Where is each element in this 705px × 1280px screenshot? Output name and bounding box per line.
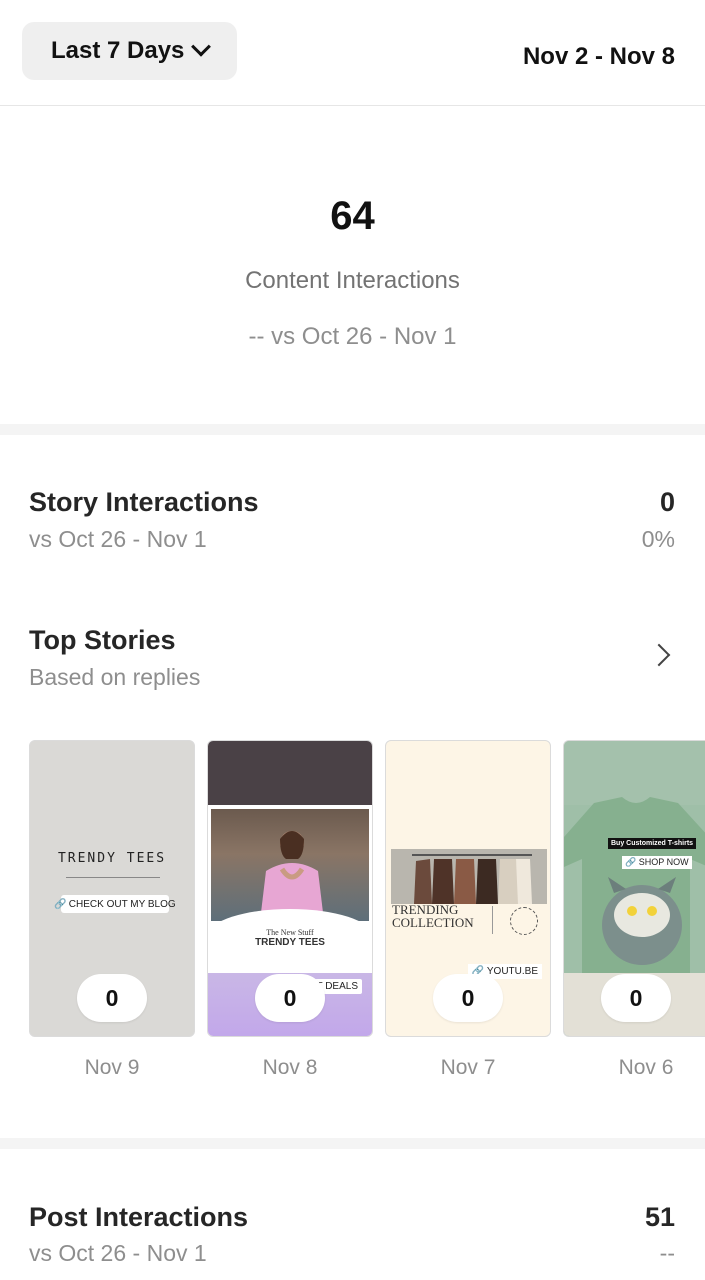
- post-interactions-subtitle: vs Oct 26 - Nov 1: [29, 1240, 207, 1266]
- link-icon: 🔗: [54, 898, 67, 910]
- tshirt-image: [564, 797, 705, 973]
- content-interactions-label: Content Interactions: [245, 267, 460, 294]
- story-card[interactable]: Buy Customized T-shirts 🔗 SHOP NOW 0: [563, 740, 705, 1037]
- story-card[interactable]: TRENDY TEES 🔗 CHECK OUT MY BLOG 0: [29, 740, 195, 1037]
- chevron-right-icon[interactable]: [647, 643, 671, 667]
- story-card[interactable]: The New Stuff TRENDY TEES AT DEALS 0: [207, 740, 373, 1037]
- content-interactions-compare: -- vs Oct 26 - Nov 1: [248, 323, 457, 350]
- story-text: TRENDY TEES: [57, 851, 167, 866]
- story-text: TRENDING COLLECTION: [392, 902, 474, 930]
- date-range-dropdown-label: Last 7 Days: [51, 37, 185, 64]
- story-card[interactable]: TRENDING COLLECTION 🔗 YOUTU.BE 0: [385, 740, 551, 1037]
- story-interactions-title[interactable]: Story Interactions: [29, 487, 259, 518]
- story-date: Nov 7: [440, 1056, 496, 1079]
- header: Last 7 Days Nov 2 - Nov 8: [0, 0, 705, 106]
- link-icon: 🔗: [625, 857, 637, 867]
- post-interactions-value: 51: [644, 1202, 675, 1232]
- story-date: Nov 6: [618, 1056, 674, 1079]
- story-divider: [492, 906, 493, 934]
- section-divider: [0, 424, 705, 435]
- post-interactions-title[interactable]: Post Interactions: [29, 1202, 248, 1233]
- story-interactions-value: 0: [659, 487, 675, 517]
- date-range-text: Nov 2 - Nov 8: [522, 43, 675, 70]
- top-stories-subtitle: Based on replies: [29, 664, 201, 690]
- story-divider: [66, 877, 160, 878]
- section-divider: [0, 1138, 705, 1149]
- top-stories-title[interactable]: Top Stories: [29, 625, 176, 656]
- story-interactions-change: 0%: [641, 526, 675, 552]
- story-circle-badge: [510, 907, 538, 935]
- story-date: Nov 8: [262, 1056, 318, 1079]
- post-interactions-change: --: [659, 1240, 675, 1266]
- story-text: TRENDY TEES: [255, 937, 325, 948]
- story-interactions-subtitle: vs Oct 26 - Nov 1: [29, 526, 207, 552]
- content-interactions-value: 64: [330, 194, 375, 238]
- date-range-dropdown[interactable]: Last 7 Days: [22, 22, 237, 80]
- story-background: [208, 741, 372, 805]
- story-text: Buy Customized T-shirts: [608, 838, 697, 849]
- story-link-sticker: 🔗 CHECK OUT MY BLOG: [54, 895, 176, 913]
- person-image: [260, 831, 324, 921]
- clothes-rack-image: [412, 854, 532, 904]
- overview-section: 64 Content Interactions -- vs Oct 26 - N…: [0, 106, 705, 424]
- story-link-sticker: 🔗 SHOP NOW: [622, 856, 692, 869]
- story-reply-count: 0: [433, 974, 503, 1022]
- story-reply-count: 0: [601, 974, 671, 1022]
- chevron-down-icon: [191, 36, 212, 57]
- story-text: The New Stuff: [266, 928, 314, 937]
- story-reply-count: 0: [255, 974, 325, 1022]
- story-date: Nov 9: [84, 1056, 140, 1079]
- story-background: [564, 741, 705, 805]
- story-reply-count: 0: [77, 974, 147, 1022]
